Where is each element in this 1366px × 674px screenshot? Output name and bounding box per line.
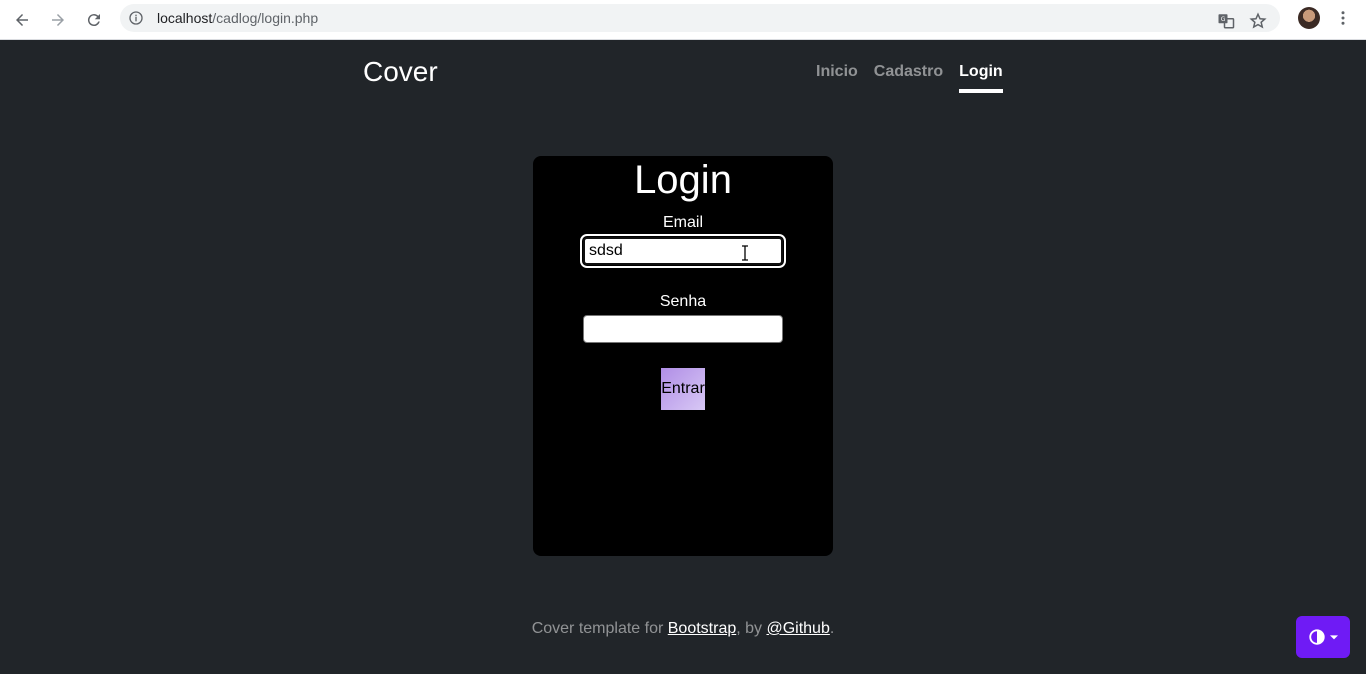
forward-button[interactable]: [44, 6, 72, 34]
caret-down-icon: [1330, 635, 1338, 640]
entrar-button[interactable]: Entrar: [661, 368, 705, 410]
footer-text: Cover template for Bootstrap, by @Github…: [0, 620, 1366, 638]
nav-cadastro[interactable]: Cadastro: [874, 63, 943, 93]
url-path: /cadlog/login.php: [212, 10, 319, 26]
more-vert-icon[interactable]: [1334, 8, 1352, 28]
brand-title: Cover: [363, 56, 438, 87]
info-icon: [129, 11, 143, 25]
url-text: localhost/cadlog/login.php: [157, 10, 318, 26]
nav-inicio[interactable]: Inicio: [816, 63, 858, 93]
url-host: localhost: [157, 10, 213, 26]
footer-middle: , by: [736, 620, 767, 637]
nav-login[interactable]: Login: [959, 63, 1003, 93]
browser-toolbar: localhost/cadlog/login.php G: [0, 0, 1366, 40]
footer-github-link[interactable]: @Github: [766, 620, 829, 637]
reload-icon: [87, 14, 100, 27]
senha-field[interactable]: [583, 315, 783, 343]
email-field[interactable]: sdsd: [580, 234, 786, 268]
address-bar[interactable]: localhost/cadlog/login.php G: [120, 4, 1280, 32]
back-button[interactable]: [8, 6, 36, 34]
login-title: Login: [634, 158, 732, 202]
reload-button[interactable]: [80, 6, 108, 34]
svg-text:G: G: [1221, 16, 1226, 23]
email-label: Email: [662, 214, 703, 231]
star-icon[interactable]: [1249, 12, 1267, 30]
text-cursor-icon: [742, 245, 748, 261]
footer-bootstrap-link[interactable]: Bootstrap: [668, 620, 736, 637]
theme-toggle-button[interactable]: [1296, 616, 1350, 658]
login-card: Login Email sdsd Senha Entrar: [533, 156, 833, 556]
arrow-right-icon: [52, 14, 64, 26]
translate-icon[interactable]: G: [1217, 12, 1235, 30]
arrow-left-icon: [16, 14, 28, 26]
top-nav: Inicio Cadastro Login: [816, 63, 1003, 93]
profile-avatar[interactable]: [1298, 7, 1320, 29]
page: Cover Inicio Cadastro Login Login Email …: [0, 41, 1366, 674]
contrast-icon: [1309, 629, 1325, 645]
footer-prefix: Cover template for: [531, 620, 668, 637]
footer-suffix: .: [829, 620, 835, 637]
senha-label: Senha: [659, 293, 707, 310]
